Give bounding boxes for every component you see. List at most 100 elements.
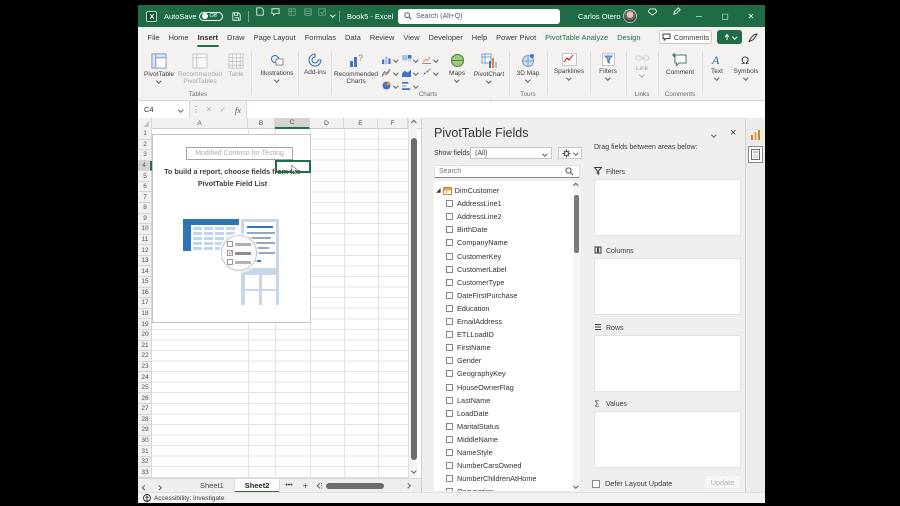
field-item-houseownerflag[interactable]: HouseOwnerFlag [434,381,574,394]
row-header-1[interactable]: 1 [138,129,152,140]
field-item-lastname[interactable]: LastName [434,394,574,407]
comment-button[interactable]: Comment [662,53,698,76]
horizontal-scrollbar[interactable] [317,482,411,490]
filters-button[interactable]: Filters [594,53,622,81]
field-checkbox[interactable] [446,252,453,260]
field-checkbox[interactable] [446,435,453,443]
show-fields-dropdown[interactable]: (All) [470,147,552,159]
area-chart-button[interactable] [402,68,419,77]
field-checkbox[interactable] [446,278,453,286]
excel-logo-icon[interactable] [146,5,157,27]
field-item-customerkey[interactable]: CustomerKey [434,250,574,263]
qat-dropdown-icon[interactable] [330,5,336,27]
premium-icon[interactable] [646,5,659,18]
ribbon-tab-pivottable-analyze[interactable]: PivotTable Analyze [541,27,613,48]
field-checkbox[interactable] [446,200,453,208]
field-item-geographykey[interactable]: GeographyKey [434,367,574,380]
pane-options-button[interactable] [558,147,582,159]
row-header-7[interactable]: 7 [138,192,152,204]
row-header-2[interactable]: 2 [138,140,152,151]
grid-vertical-scrollbar[interactable] [408,118,417,478]
row-header-13[interactable]: 13 [138,256,152,267]
ribbon-tab-page-layout[interactable]: Page Layout [249,27,300,48]
field-checkbox[interactable] [446,409,453,417]
editor-icon[interactable] [747,31,759,43]
field-checkbox[interactable] [446,239,453,247]
user-name[interactable]: Carlos Otero [578,5,621,27]
defer-layout-update[interactable]: Defer Layout Update [592,479,672,488]
row-header-17[interactable]: 17 [138,298,152,309]
add-sheet-button[interactable]: + [298,481,313,491]
save-icon[interactable] [232,5,241,27]
3dmap-button[interactable]: 3D Map [513,53,543,83]
scroll-down-icon[interactable] [409,466,418,476]
field-checkbox[interactable] [446,370,453,378]
row-header-24[interactable]: 24 [138,372,152,383]
column-header-E[interactable]: E [344,118,378,129]
column-headers[interactable]: ABCDEF [138,118,421,129]
field-checkbox[interactable] [446,396,453,404]
ribbon-tab-data[interactable]: Data [340,27,365,48]
field-item-emailaddress[interactable]: EmailAddress [434,315,574,328]
row-header-23[interactable]: 23 [138,362,152,373]
pane-close-icon[interactable]: × [730,127,736,139]
area-dropzone-rows[interactable] [594,335,741,392]
field-checkbox[interactable] [446,331,453,339]
field-item-companyname[interactable]: CompanyName [434,236,574,249]
sparklines-button[interactable]: Sparklines [551,53,587,81]
ribbon-tab-home[interactable]: Home [164,27,193,48]
bar-chart-button[interactable] [402,81,419,90]
row-header-27[interactable]: 27 [138,404,152,415]
collapse-icon[interactable]: ◢ [436,187,441,194]
update-button[interactable]: Update [704,475,741,489]
comments-button[interactable]: Comments [659,30,712,44]
row-headers[interactable]: 1 2 3 4 5 6 7 8 9 10 11 12 13 14 15 16 17 18 19 20 21 22 23 24 2… [138,129,152,478]
ribbon-tab-formulas[interactable]: Formulas [300,27,340,48]
status-text[interactable]: Accessibility: Investigate [154,495,224,502]
row-header-9[interactable]: 9 [138,214,152,225]
minimize-button[interactable]: ─ [690,5,708,27]
column-header-C[interactable]: C [275,118,310,129]
field-checkbox[interactable] [446,422,453,430]
field-item-customerlabel[interactable]: CustomerLabel [434,263,574,276]
maps-button[interactable]: Maps [444,53,470,83]
row-header-21[interactable]: 21 [138,341,152,352]
row-header-18[interactable]: 18 [138,309,152,320]
illustrations-button[interactable]: Illustrations [258,53,296,83]
autosave-toggle[interactable]: Off [199,5,223,27]
row-header-12[interactable]: 12 [138,245,152,256]
field-item-education[interactable]: Education [434,302,574,315]
column-header-F[interactable]: F [378,118,408,129]
field-checkbox[interactable] [446,226,453,234]
close-button[interactable]: ✕ [742,5,760,27]
field-item-numbercarsowned[interactable]: NumberCarsOwned [434,459,574,472]
field-item-numberchildrenathome[interactable]: NumberChildrenAtHome [434,472,574,485]
defer-checkbox[interactable] [592,479,600,488]
field-item-gender[interactable]: Gender [434,354,574,367]
sheet-more-button[interactable]: ••• [280,482,297,489]
recommended-charts-button[interactable]: ? Recommended Charts [334,53,378,85]
pane-chevron-icon[interactable] [711,129,717,139]
scroll-up-icon[interactable] [409,118,418,128]
field-checkbox[interactable] [446,304,453,312]
row-header-25[interactable]: 25 [138,383,152,394]
share-button[interactable] [717,30,742,44]
search-input[interactable]: Search (Alt+Q) [398,8,560,24]
pie-chart-button[interactable] [382,81,399,90]
pivottable-button[interactable]: PivotTable [141,53,177,84]
row-header-29[interactable]: 29 [138,425,152,436]
field-checkbox[interactable] [446,383,453,391]
ribbon-tab-power-pivot[interactable]: Power Pivot [492,27,541,48]
ribbon-tab-design[interactable]: Design [613,27,645,48]
field-list[interactable]: ◢ DimCustomer AddressLine1 AddressLine2 Birt… [434,181,580,491]
field-item-loaddate[interactable]: LoadDate [434,407,574,420]
new-file-icon[interactable] [253,5,266,18]
area-dropzone-columns[interactable] [594,258,741,315]
symbols-button[interactable]: Ω Symbols [732,53,760,81]
field-checkbox[interactable] [446,265,453,273]
ribbon-tab-insert[interactable]: Insert [193,27,222,48]
insert-function-icon[interactable]: fx [230,105,246,115]
field-table-dimcustomer[interactable]: ◢ DimCustomer [434,184,574,197]
ribbon-tab-review[interactable]: Review [365,27,399,48]
field-item-namestyle[interactable]: NameStyle [434,446,574,459]
